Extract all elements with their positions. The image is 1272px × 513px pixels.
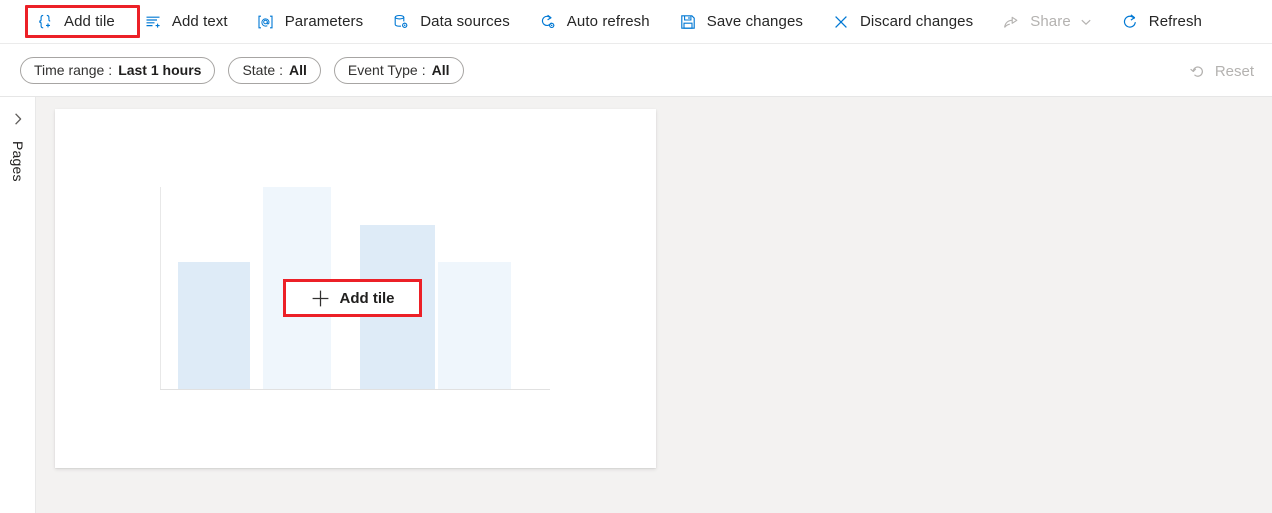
toolbar-item-label: Discard changes [860,13,974,30]
filter-bar: Time range : Last 1 hours State : All Ev… [0,44,1272,97]
toolbar-item-label: Share [1030,13,1071,30]
filter-pill-value: All [431,62,450,78]
toolbar-item-label: Auto refresh [566,13,650,30]
toolbar-item-label: Add tile [64,13,115,30]
braces-plus-icon [34,12,56,32]
toolbar-item-label: Save changes [706,13,803,30]
filter-pill-event-type[interactable]: Event Type : All [333,56,464,84]
save-disk-icon [677,12,699,32]
filter-pill-time-range[interactable]: Time range : Last 1 hours [20,56,216,84]
filter-pill-value: Last 1 hours [118,62,202,78]
refresh-gear-icon [537,12,559,32]
toolbar-item-label: Refresh [1148,13,1202,30]
filter-pill-value: All [289,62,307,78]
undo-arrow-icon [1188,61,1208,81]
toolbar-item-label: Add text [171,13,228,30]
database-gear-icon [390,12,412,32]
filter-pill-separator: : [108,62,113,78]
toolbar-item-save-changes[interactable]: Save changes [668,6,812,38]
empty-tile-card: Add tile [55,109,656,468]
toolbar-item-data-sources[interactable]: Data sources [381,6,519,38]
share-arrow-icon [1000,12,1022,32]
chart-bar [178,262,250,389]
toolbar-item-discard-changes[interactable]: Discard changes [821,6,982,38]
reset-label: Reset [1214,62,1254,80]
filter-pill-separator: : [421,62,426,78]
filter-pill-label: Event Type [347,62,418,78]
plus-icon [311,288,331,308]
workbook-canvas: Add tile [36,97,1272,513]
add-tile-button-label: Add tile [339,289,395,307]
toolbar-item-auto-refresh[interactable]: Auto refresh [528,6,659,38]
filter-pill-label: Time range [34,62,105,78]
close-x-icon [830,12,852,32]
chart-bar [438,262,511,389]
refresh-circle-icon [1119,12,1141,32]
text-lines-plus-icon [142,12,164,32]
toolbar-item-parameters[interactable]: Parameters [246,6,373,38]
reset-button[interactable]: Reset [1180,57,1262,85]
pages-rail[interactable]: Pages [0,97,36,513]
add-tile-button[interactable]: Add tile [283,279,422,317]
toolbar-item-share[interactable]: Share [991,6,1101,38]
chevron-down-icon [1080,16,1092,28]
toolbar-item-add-tile[interactable]: Add tile [25,6,124,38]
filter-pill-state[interactable]: State : All [228,56,321,84]
at-brackets-icon [255,12,277,32]
chart-y-axis [160,187,161,390]
chevron-right-icon[interactable] [9,110,27,128]
filter-pill-label: State [242,62,276,78]
toolbar-item-refresh[interactable]: Refresh [1110,6,1211,38]
workbook-editor: Add tile Add text Parameters Data source… [0,0,1272,513]
chart-x-axis [160,389,550,390]
filter-pill-separator: : [279,62,284,78]
pages-rail-label: Pages [10,141,26,182]
toolbar-item-add-text[interactable]: Add text [133,6,237,38]
toolbar-item-label: Data sources [420,13,510,30]
command-toolbar: Add tile Add text Parameters Data source… [0,0,1272,44]
toolbar-item-label: Parameters [284,13,364,30]
